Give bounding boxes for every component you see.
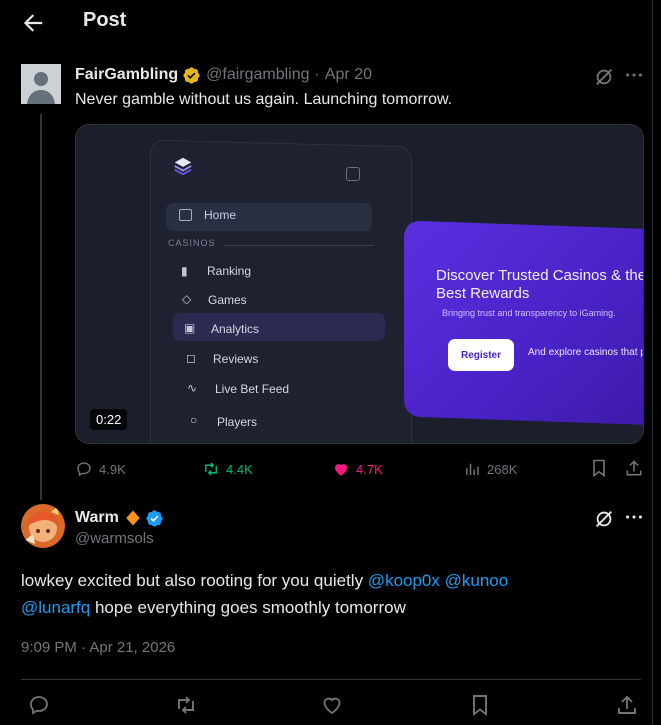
reply-author-avatar[interactable]	[21, 504, 65, 548]
views-count: 268K	[487, 461, 518, 477]
author-name[interactable]: FairGambling	[75, 66, 178, 84]
mention-link[interactable]: @lunarfq	[21, 598, 90, 617]
reply-post-actions	[21, 693, 641, 719]
heart-filled-icon	[335, 464, 347, 476]
ranking-icon: ▮	[181, 264, 188, 278]
menu-item-reviews: Reviews	[213, 352, 259, 366]
menu-item-live-bet-feed: Live Bet Feed	[215, 382, 290, 396]
promo-title: Discover Trusted Casinos & the Best Rewa…	[436, 267, 644, 302]
post-date[interactable]: Apr 20	[325, 66, 372, 84]
player-icon: ○	[190, 413, 198, 427]
bookmark-icon[interactable]	[589, 458, 609, 478]
grok-icon[interactable]	[593, 66, 615, 88]
menu-active-highlight	[173, 313, 385, 341]
menu-section-divider	[224, 245, 374, 246]
default-avatar[interactable]	[21, 64, 61, 104]
reply-text: lowkey excited but also rooting for you …	[21, 567, 641, 621]
anime-avatar-icon	[21, 504, 65, 548]
bookmark-icon[interactable]	[468, 693, 492, 717]
reply-text-start: lowkey excited but also rooting for you …	[21, 571, 368, 590]
share-icon[interactable]	[624, 458, 644, 478]
home-icon	[179, 209, 192, 221]
reply-text-end: hope everything goes smoothly tomorrow	[90, 598, 406, 617]
post-page: Post FairGambling @fairgambling · Apr 20…	[0, 0, 653, 725]
reviews-icon: ◻	[186, 351, 196, 365]
reply-author-header: Warm	[75, 507, 164, 529]
views-bar-chart-icon	[466, 463, 479, 475]
grok-icon[interactable]	[593, 508, 615, 530]
repost-icon[interactable]	[174, 693, 198, 717]
video-player[interactable]: Home CASINOS ▮ Ranking ◇ Games ▣ Analyti…	[75, 124, 644, 444]
promo-register-button: Register	[448, 339, 514, 371]
mention-link[interactable]: @koop0x	[368, 571, 440, 590]
video-duration-badge: 0:22	[90, 409, 128, 430]
reply-author-name[interactable]: Warm	[75, 509, 119, 527]
collapse-sidebar-icon	[346, 167, 360, 181]
more-options-icon[interactable]	[623, 506, 645, 528]
reply-timestamp[interactable]: 9:09 PM · Apr 21, 2026	[21, 639, 175, 656]
menu-item-analytics: Analytics	[211, 322, 260, 336]
more-options-icon[interactable]	[623, 64, 645, 86]
page-header: Post	[0, 0, 653, 46]
menu-home-label: Home	[204, 208, 237, 222]
promo-note: And explore casinos that p	[528, 347, 644, 358]
repost-count: 4.4K	[226, 461, 253, 477]
reply-count: 4.9K	[99, 461, 126, 477]
promo-subtitle: Bringing trust and transparency to iGami…	[442, 308, 616, 318]
promo-card	[404, 220, 643, 426]
reply-author-handle[interactable]: @warmsols	[75, 530, 154, 547]
share-icon[interactable]	[615, 693, 639, 717]
repost-icon	[205, 462, 217, 476]
menu-item-ranking: Ranking	[207, 264, 252, 278]
repost-button[interactable]: 4.4K	[202, 458, 253, 480]
blue-verified-badge-icon[interactable]	[145, 509, 164, 528]
menu-item-games: Games	[208, 293, 247, 307]
menu-section-label: CASINOS	[168, 238, 216, 248]
person-silhouette-icon	[21, 64, 61, 104]
thread-connector-line	[40, 114, 42, 500]
parent-post-actions: 4.9K 4.4K 4.7K 268K	[75, 458, 645, 480]
post-text: Never gamble without us again. Launching…	[75, 91, 453, 108]
analytics-icon: ▣	[184, 321, 196, 335]
menu-home-highlight	[166, 203, 372, 231]
menu-item-players: Players	[217, 415, 258, 429]
parent-post-header: FairGambling @fairgambling · Apr 20	[75, 64, 372, 86]
author-handle[interactable]: @fairgambling	[206, 66, 309, 84]
reply-bubble-icon[interactable]	[27, 693, 51, 717]
pulse-icon: ∿	[187, 381, 198, 395]
orange-diamond-icon	[126, 510, 140, 526]
views-button[interactable]: 268K	[463, 458, 517, 480]
back-arrow-icon[interactable]	[20, 10, 46, 36]
actions-divider	[21, 679, 641, 680]
reply-bubble-icon	[77, 462, 91, 477]
reply-button[interactable]: 4.9K	[75, 458, 126, 480]
gold-verified-badge-icon[interactable]	[182, 66, 201, 85]
stack-logo-icon	[174, 157, 192, 176]
meta-separator: ·	[314, 66, 320, 83]
mention-link[interactable]: @kunoo	[445, 571, 509, 590]
like-count: 4.7K	[356, 461, 383, 477]
like-button[interactable]: 4.7K	[332, 458, 383, 480]
heart-outline-icon[interactable]	[320, 693, 344, 717]
diamond-icon: ◇	[182, 292, 192, 306]
page-title: Post	[83, 9, 127, 31]
